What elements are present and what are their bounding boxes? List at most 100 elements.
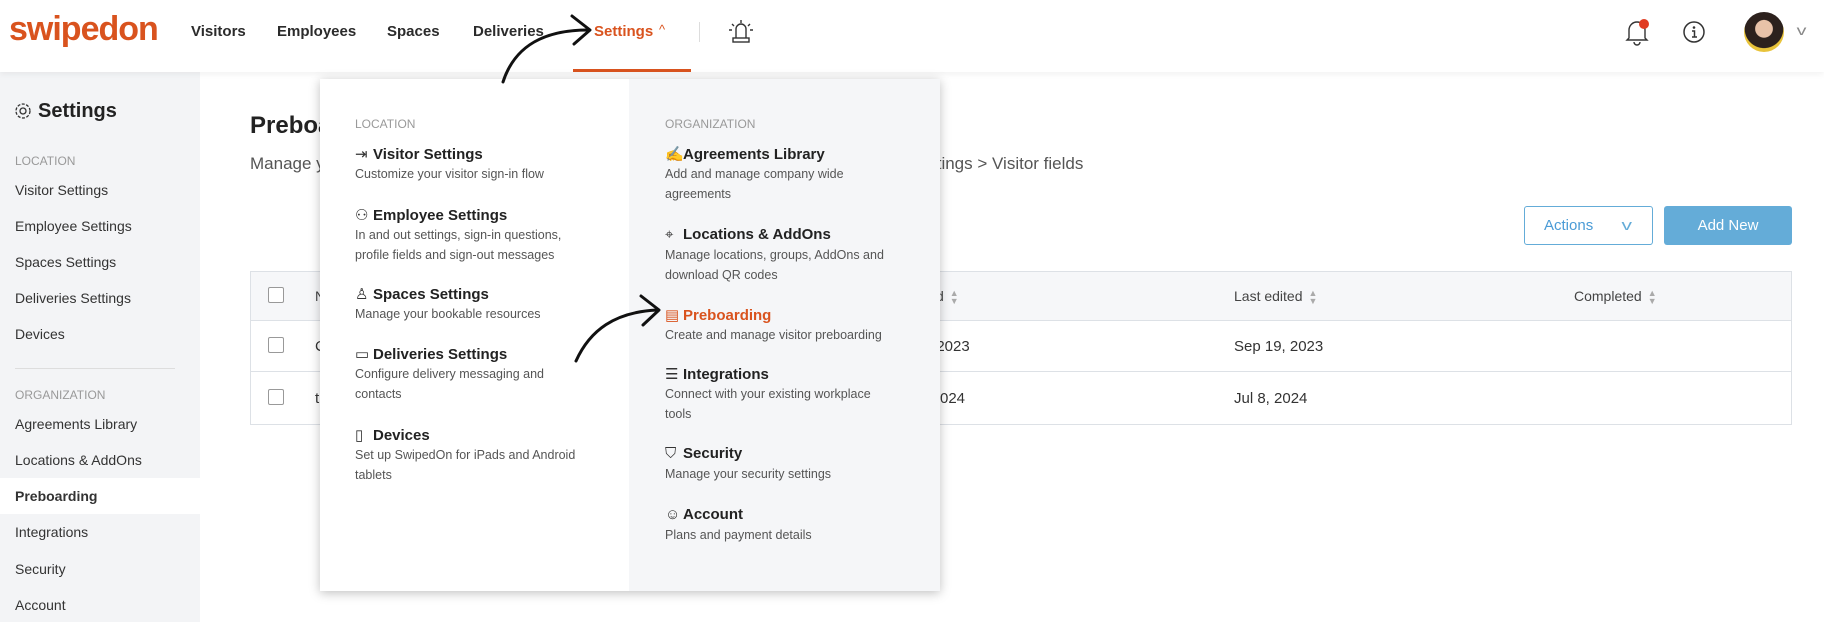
dropdown-item-title: ⇥ Visitor Settings xyxy=(355,145,483,163)
actions-dropdown-button[interactable]: Actions v xyxy=(1524,206,1653,245)
sidebar-title: Settings xyxy=(38,100,117,122)
dropdown-item-description: agreements xyxy=(665,187,732,201)
sign-in-icon: ⇥ xyxy=(355,146,368,163)
shield-check-icon: ⛉ xyxy=(665,445,677,462)
dropdown-item-title: ☰ Integrations xyxy=(665,365,769,383)
dropdown-item-title: ✍Agreements Library xyxy=(665,145,825,163)
chevron-down-icon: v xyxy=(1621,217,1633,234)
column-completed-header[interactable]: Completed ▲ ▼ xyxy=(1574,288,1657,307)
dropdown-item-description: Manage locations, groups, AddOns and xyxy=(665,248,884,262)
active-nav-underline xyxy=(573,69,691,72)
sidebar-item-account[interactable]: Account xyxy=(15,597,66,613)
user-circle-icon: ☺ xyxy=(665,506,681,523)
sidebar-item-integrations[interactable]: Integrations xyxy=(15,524,88,540)
dropdown-item-title: ▤ Preboarding xyxy=(665,306,771,324)
sidebar-item-spaces-settings[interactable]: Spaces Settings xyxy=(15,254,116,270)
item-label: Devices xyxy=(373,427,430,444)
dropdown-item-title: ⌖ Locations & AddOns xyxy=(665,226,831,243)
item-label: Security xyxy=(683,445,743,462)
nav-settings[interactable]: Settings xyxy=(594,23,653,40)
dropdown-item-description: Set up SwipedOn for iPads and Android xyxy=(355,448,576,462)
item-label: Spaces Settings xyxy=(373,286,489,303)
sidebar-heading-organization: ORGANIZATION xyxy=(15,388,106,402)
integrations-icon: ☰ xyxy=(665,366,679,383)
sidebar-item-preboarding[interactable]: Preboarding xyxy=(15,488,97,504)
dropdown-item-title: ⛉ Security xyxy=(665,445,742,462)
sidebar-item-security[interactable]: Security xyxy=(15,561,66,577)
document-check-icon: ▤ xyxy=(665,307,680,324)
dropdown-item-description: Customize your visitor sign-in flow xyxy=(355,167,544,181)
row-checkbox[interactable] xyxy=(268,389,284,405)
gear-icon xyxy=(15,103,31,119)
header-label: Last edited xyxy=(1234,288,1303,304)
actions-label: Actions xyxy=(1544,217,1594,234)
item-label: Visitor Settings xyxy=(373,146,483,163)
item-label: Preboarding xyxy=(683,307,772,324)
tablet-icon: ▯ xyxy=(355,427,364,444)
item-label: Employee Settings xyxy=(373,207,508,224)
column-last-edited-header[interactable]: Last edited ▲ ▼ xyxy=(1234,288,1318,307)
users-icon: ⚇ xyxy=(355,207,369,224)
dropdown-item-title: ▯ Devices xyxy=(355,426,430,444)
sidebar-divider xyxy=(15,368,175,369)
page-subtitle-link: ttings > Visitor fields xyxy=(932,154,1084,173)
sidebar-item-visitor-settings[interactable]: Visitor Settings xyxy=(15,182,108,198)
dropdown-item-description: tablets xyxy=(355,468,392,482)
map-pin-icon: ⌖ xyxy=(665,226,674,243)
dropdown-item-description: download QR codes xyxy=(665,268,778,282)
item-label: Locations & AddOns xyxy=(683,226,831,243)
cell-last-edited: Jul 8, 2024 xyxy=(1234,390,1308,407)
settings-dropdown-menu: LOCATION ⇥ Visitor Settings Customize your … xyxy=(320,79,940,591)
sidebar-item-agreements-library[interactable]: Agreements Library xyxy=(15,416,137,432)
dropdown-item-description: In and out settings, sign-in questions, xyxy=(355,228,562,242)
cell-last-edited: Sep 19, 2023 xyxy=(1234,338,1324,355)
dropdown-item-description: Configure delivery messaging and xyxy=(355,367,544,381)
nav-visitors[interactable]: Visitors xyxy=(191,23,246,40)
dropdown-item-title: ▭ Deliveries Settings xyxy=(355,345,507,363)
sidebar-item-locations-addons[interactable]: Locations & AddOns xyxy=(15,452,142,468)
alarm-light-icon[interactable] xyxy=(728,18,754,44)
sort-icon: ▲ ▼ xyxy=(949,288,959,307)
item-label: Account xyxy=(683,506,743,523)
dropdown-item-description: contacts xyxy=(355,387,402,401)
bell-icon[interactable] xyxy=(1624,18,1650,46)
item-label: Agreements Library xyxy=(683,146,825,163)
dropdown-item-description: Add and manage company wide xyxy=(665,167,844,181)
chair-icon: ♙ xyxy=(355,286,369,303)
chevron-down-icon[interactable]: v xyxy=(1797,22,1807,38)
dropdown-item-description: Plans and payment details xyxy=(665,528,812,542)
sidebar-heading-location: LOCATION xyxy=(15,154,76,168)
item-label: Integrations xyxy=(683,366,769,383)
dropdown-item-description: Create and manage visitor preboarding xyxy=(665,328,882,342)
user-avatar[interactable] xyxy=(1744,12,1784,52)
item-label: Deliveries Settings xyxy=(373,346,508,363)
sidebar-item-employee-settings[interactable]: Employee Settings xyxy=(15,218,132,234)
nav-deliveries[interactable]: Deliveries xyxy=(473,23,544,40)
nav-spaces[interactable]: Spaces xyxy=(387,23,440,40)
row-checkbox[interactable] xyxy=(268,337,284,353)
dropdown-item-title: ♙ Spaces Settings xyxy=(355,285,489,303)
signature-icon: ✍ xyxy=(665,146,684,163)
nav-employees[interactable]: Employees xyxy=(277,23,356,40)
info-icon[interactable] xyxy=(1682,20,1706,44)
cell-created: 024 xyxy=(940,390,966,407)
dropdown-item-title: ☺ Account xyxy=(665,506,743,523)
chevron-up-icon[interactable]: ^ xyxy=(659,22,665,37)
nav-divider xyxy=(699,22,700,42)
swipedon-logo[interactable]: swipedon xyxy=(9,10,159,49)
dropdown-item-description: profile fields and sign-out messages xyxy=(355,248,555,262)
dropdown-heading-location: LOCATION xyxy=(355,117,416,131)
dropdown-item-title: ⚇ Employee Settings xyxy=(355,206,507,224)
dropdown-heading-organization: ORGANIZATION xyxy=(665,117,756,131)
page-subtitle: Manage y xyxy=(250,154,325,173)
sidebar-item-deliveries-settings[interactable]: Deliveries Settings xyxy=(15,290,131,306)
sort-icon: ▲ ▼ xyxy=(1308,288,1318,307)
select-all-checkbox[interactable] xyxy=(268,287,284,303)
sort-icon: ▲ ▼ xyxy=(1647,288,1657,307)
sidebar-item-devices[interactable]: Devices xyxy=(15,326,65,342)
dropdown-item-description: Connect with your existing workplace xyxy=(665,387,871,401)
top-nav: swipedon Visitors Employees Spaces Deliv… xyxy=(0,0,1824,72)
dropdown-item-description: Manage your security settings xyxy=(665,467,832,481)
cell-name[interactable]: t xyxy=(315,390,319,407)
add-new-button[interactable]: Add New xyxy=(1664,206,1792,245)
